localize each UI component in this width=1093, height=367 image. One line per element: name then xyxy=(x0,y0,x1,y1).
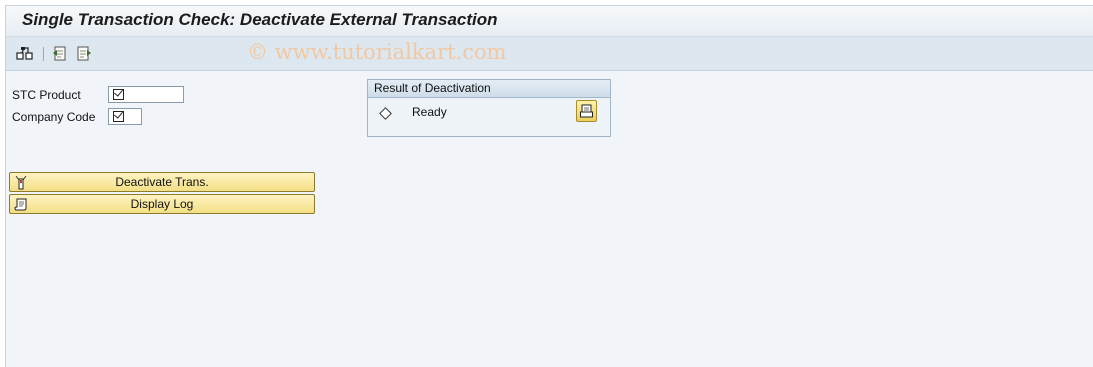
get-variant-icon xyxy=(77,46,91,60)
result-group-title: Result of Deactivation xyxy=(368,80,610,98)
deactivate-trans-button[interactable]: Deactivate Trans. xyxy=(9,172,315,192)
stc-product-label: STC Product xyxy=(12,88,81,102)
company-code-field[interactable] xyxy=(108,108,142,125)
save-variant-button[interactable] xyxy=(51,44,69,62)
get-variant-button[interactable] xyxy=(75,44,93,62)
checkbox-checked-icon xyxy=(113,111,124,122)
checkbox-checked-icon xyxy=(113,89,124,100)
execute-button[interactable] xyxy=(16,44,34,62)
selection-screen: STC Product Company Code Result of Deact… xyxy=(6,71,1093,367)
result-group-box: Result of Deactivation Ready xyxy=(367,79,611,137)
status-text: Ready xyxy=(412,105,447,119)
variant-icon xyxy=(53,46,66,60)
sap-window: Single Transaction Check: Deactivate Ext… xyxy=(5,5,1093,367)
print-icon xyxy=(580,104,593,118)
display-log-button[interactable]: Display Log xyxy=(9,194,315,214)
display-log-label: Display Log xyxy=(130,197,194,211)
stc-product-field[interactable] xyxy=(108,86,184,103)
title-bar: Single Transaction Check: Deactivate Ext… xyxy=(6,6,1093,37)
page-title: Single Transaction Check: Deactivate Ext… xyxy=(22,10,498,29)
toolbar-separator xyxy=(43,47,44,61)
print-button[interactable] xyxy=(576,100,597,122)
execute-icon xyxy=(16,47,33,60)
status-diamond-icon xyxy=(379,107,392,120)
deactivate-trans-label: Deactivate Trans. xyxy=(115,175,209,189)
watermark: © www.tutorialkart.com xyxy=(247,40,507,64)
application-toolbar: © www.tutorialkart.com xyxy=(6,37,1093,71)
company-code-label: Company Code xyxy=(12,110,96,124)
